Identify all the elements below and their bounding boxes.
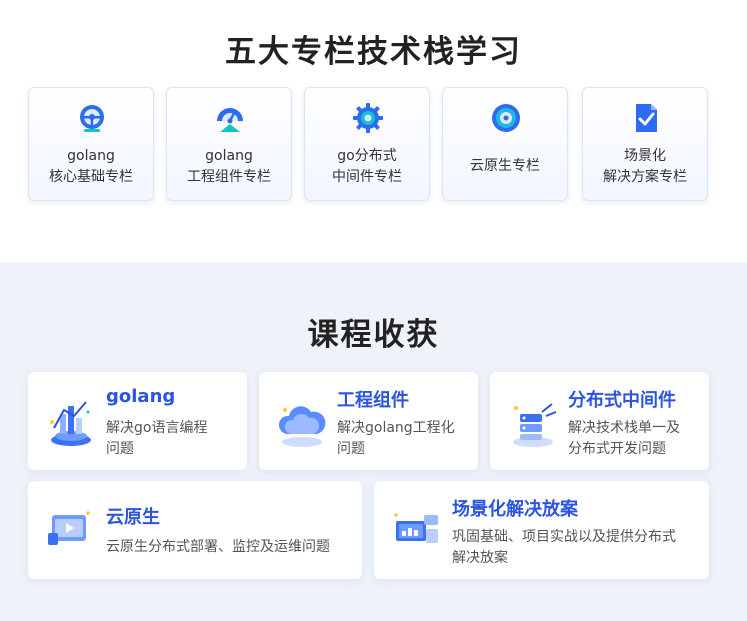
disc-icon [492,104,520,132]
video-window-icon [48,511,90,545]
gain-card-engineering[interactable]: 工程组件 解决golang工程化 问题 [259,372,478,470]
gain-card-middleware[interactable]: 分布式中间件 解决技术栈单一及 分布式开发问题 [490,372,709,470]
server-network-icon [513,403,557,447]
gain-card-golang[interactable]: golang 解决go语言编程 问题 [28,372,247,470]
gain-card-description: 解决技术栈单一及 分布式开发问题 [568,420,680,457]
column-card-cloud-native[interactable]: 云原生专栏 [442,87,568,201]
column-label: golang 核心基础专栏 [49,148,133,185]
column-label: go分布式 中间件专栏 [332,148,402,185]
gain-card-title: 场景化解决放案 [452,499,578,520]
gear-icon [353,103,383,133]
gain-card-scenario[interactable]: 场景化解决放案 巩固基础、项目实战以及提供分布式 解决放案 [374,481,709,579]
column-card-go-distributed[interactable]: go分布式 中间件专栏 [304,87,430,201]
column-label: 云原生专栏 [470,158,540,174]
section-columns: 五大专栏技术栈学习 golang 核心基础专栏 golang 工程组件专栏 go… [0,0,747,262]
column-label: 场景化 解决方案专栏 [603,148,687,185]
section-gains-title: 课程收获 [307,317,440,353]
column-card-golang-engineering[interactable]: golang 工程组件专栏 [166,87,292,201]
gain-card-description: 巩固基础、项目实战以及提供分布式 解决放案 [452,529,676,566]
gain-card-title: 工程组件 [337,390,409,411]
section-columns-title: 五大专栏技术栈学习 [225,34,522,70]
section-gains: 课程收获 golang 解决go语言编程 问题 工程组件 解决golang工程化… [0,262,747,621]
gain-card-title: golang [106,386,176,407]
column-label: golang 工程组件专栏 [187,148,271,185]
gain-card-description: 解决golang工程化 问题 [337,420,455,457]
dashboard-icon [394,513,438,543]
column-card-golang-core[interactable]: golang 核心基础专栏 [28,87,154,201]
gauge-icon [217,108,243,132]
gain-card-description: 解决go语言编程 问题 [106,420,208,457]
steering-wheel-icon [80,105,104,132]
cloud-icon [278,406,326,447]
gain-card-title: 分布式中间件 [568,390,676,411]
gain-card-cloud-native[interactable]: 云原生 云原生分布式部署、监控及运维问题 [28,481,362,579]
document-check-icon [636,104,657,132]
column-card-scenario-solutions[interactable]: 场景化 解决方案专栏 [582,87,708,201]
gain-card-title: 云原生 [106,507,160,528]
gain-card-description: 云原生分布式部署、监控及运维问题 [106,539,330,555]
chart-stack-icon [50,401,91,446]
